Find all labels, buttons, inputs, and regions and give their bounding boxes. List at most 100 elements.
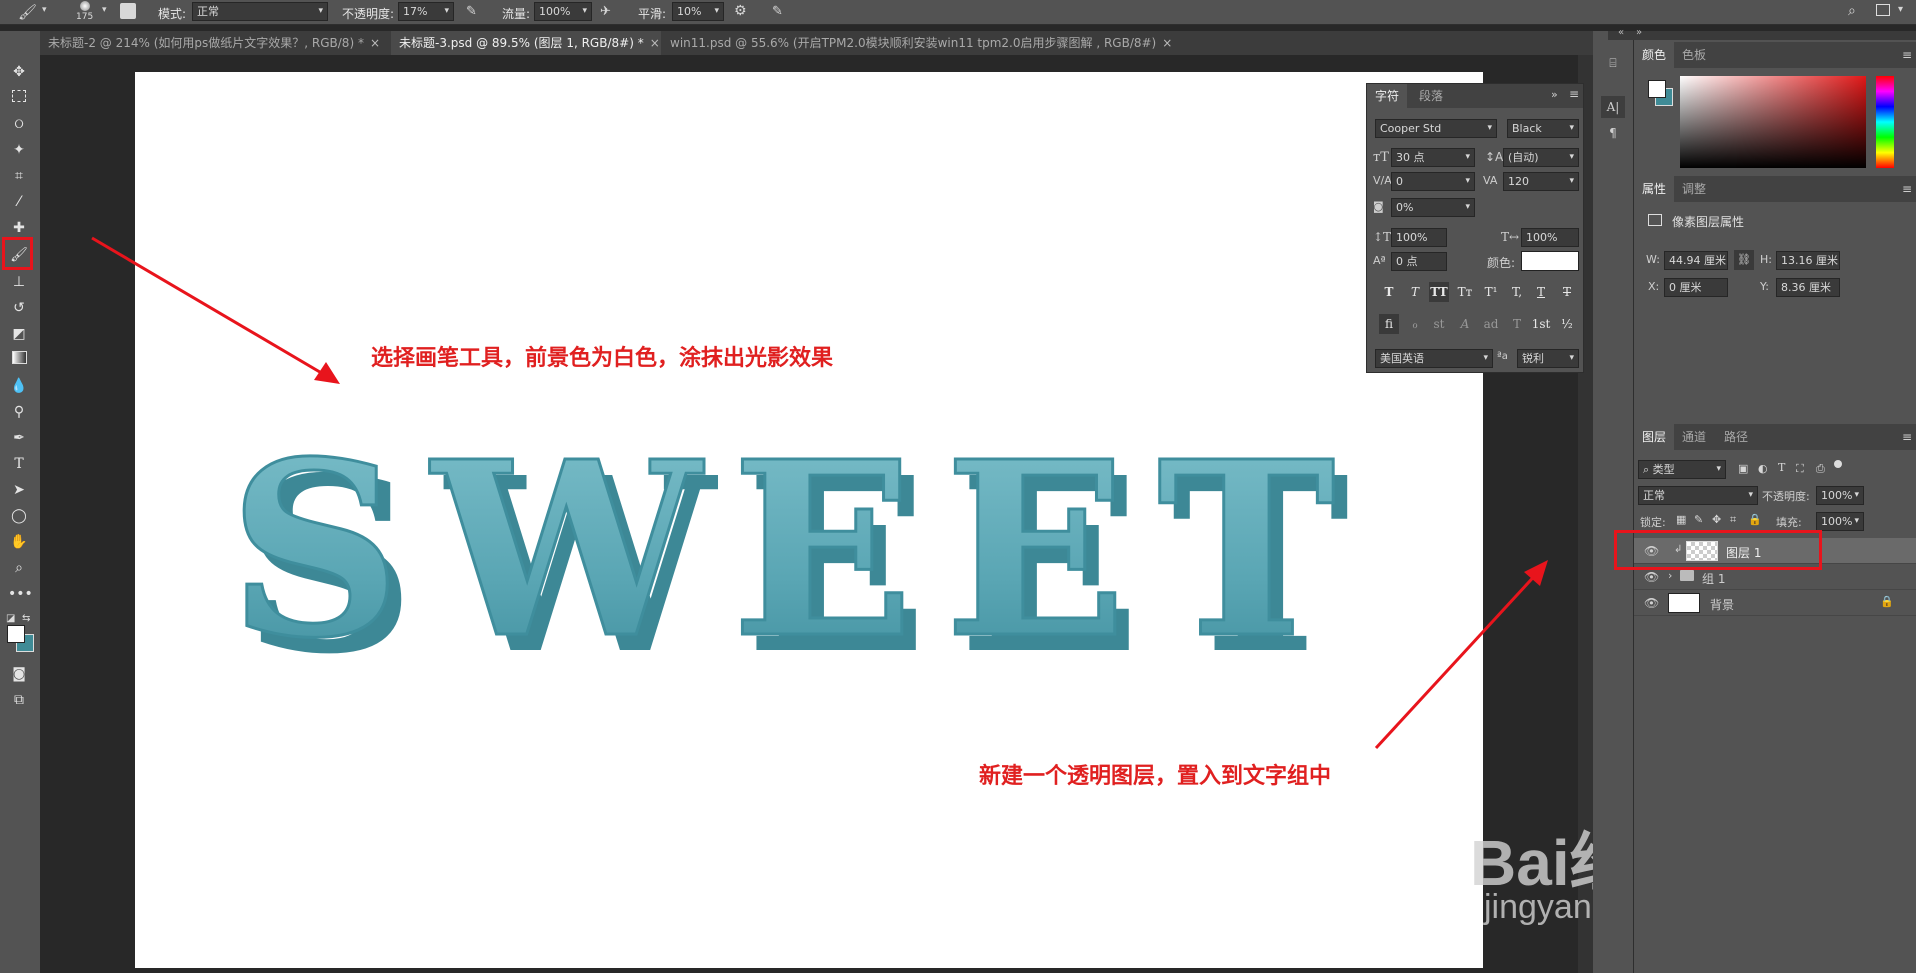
discretionary-ligatures-button[interactable]: st xyxy=(1429,314,1449,334)
leading-input[interactable]: (自动) ▾ xyxy=(1503,148,1579,167)
kerning-input[interactable]: 0 ▾ xyxy=(1391,172,1475,191)
strikethrough-button[interactable]: T xyxy=(1557,282,1577,302)
height-input[interactable]: 13.16 厘米 xyxy=(1776,251,1840,270)
layer-name: 组 1 xyxy=(1702,572,1726,586)
color-panel-tabs: 颜色 色板 ≡ xyxy=(1634,42,1916,68)
antialias-select[interactable]: 锐利 ▾ xyxy=(1517,349,1579,368)
color-field[interactable] xyxy=(1680,76,1866,168)
faux-bold-button[interactable]: T xyxy=(1379,282,1399,302)
tab-paragraph[interactable]: 段落 xyxy=(1411,84,1451,108)
filter-type-icon[interactable]: T xyxy=(1778,461,1785,474)
properties-panel-tabs: 属性 调整 ≡ xyxy=(1634,176,1916,202)
x-input[interactable]: 0 厘米 xyxy=(1664,278,1728,297)
collapse-dock-icon[interactable]: « xyxy=(1618,27,1624,38)
fractions-button[interactable]: ½ xyxy=(1557,314,1577,334)
tab-properties[interactable]: 属性 xyxy=(1634,176,1675,202)
vertical-scale-value: 100% xyxy=(1396,231,1428,244)
font-family-select[interactable]: Cooper Std ▾ xyxy=(1375,119,1497,138)
filter-smart-object-icon[interactable]: ⎙ xyxy=(1816,462,1825,476)
superscript-button[interactable]: T¹ xyxy=(1481,282,1501,302)
paragraph-panel-icon[interactable]: ¶ xyxy=(1601,122,1625,144)
filter-adjustment-icon[interactable]: ◐ xyxy=(1758,462,1768,475)
layer-opacity-input[interactable]: 100% ▾ xyxy=(1816,486,1864,505)
expand-dock-icon[interactable]: » xyxy=(1636,27,1642,38)
width-value: 44.94 厘米 xyxy=(1669,254,1726,267)
hue-slider[interactable] xyxy=(1876,76,1894,168)
height-label: H: xyxy=(1760,253,1772,266)
chevron-down-icon: ▾ xyxy=(1487,123,1492,133)
character-panel: 字符 段落 » ≡ Cooper Std ▾ Black ▾ ᴛT 30 点 ▾ ↕A… xyxy=(1366,83,1584,373)
language-select[interactable]: 美国英语 ▾ xyxy=(1375,349,1493,368)
properties-title: 像素图层属性 xyxy=(1672,215,1745,229)
ordinals-button[interactable]: 1st xyxy=(1531,314,1551,334)
swash-button[interactable]: A xyxy=(1455,314,1475,334)
layer-row-background[interactable]: 👁 背景 🔒 xyxy=(1634,590,1916,616)
lock-transparent-icon[interactable]: ▦ xyxy=(1676,513,1686,526)
arrowhead xyxy=(314,362,340,384)
layer-blend-mode-select[interactable]: 正常 ▾ xyxy=(1638,486,1758,505)
small-caps-button[interactable]: Tт xyxy=(1455,282,1475,302)
subscript-button[interactable]: T, xyxy=(1507,282,1527,302)
tab-paths[interactable]: 路径 xyxy=(1716,424,1756,450)
chevron-down-icon: ▾ xyxy=(1465,152,1470,162)
fill-input[interactable]: 100% ▾ xyxy=(1816,512,1864,531)
fill-label: 填充: xyxy=(1776,516,1802,529)
titling-button[interactable]: T xyxy=(1507,314,1527,334)
layer-opacity-label: 不透明度: xyxy=(1762,490,1810,503)
layer-highlight xyxy=(1614,530,1822,570)
folder-icon xyxy=(1680,570,1694,581)
vertical-scale-input[interactable]: 100% xyxy=(1391,228,1447,247)
font-size-input[interactable]: 30 点 ▾ xyxy=(1391,148,1475,167)
underline-button[interactable]: T xyxy=(1531,282,1551,302)
chevron-right-icon[interactable]: › xyxy=(1668,569,1672,582)
filter-shape-icon[interactable]: ⛶ xyxy=(1796,462,1804,476)
lock-position-icon[interactable]: ✥ xyxy=(1712,513,1721,526)
lock-artboard-icon[interactable]: ⌗ xyxy=(1730,513,1736,527)
collapse-icon[interactable]: » xyxy=(1551,88,1558,101)
all-caps-button[interactable]: TT xyxy=(1429,282,1449,302)
opentype-buttons: fi ℴ st A ad T 1st ½ xyxy=(1367,314,1583,336)
tab-adjustments[interactable]: 调整 xyxy=(1674,176,1714,202)
baseline-shift-input[interactable]: 0 点 xyxy=(1391,252,1447,271)
lock-image-icon[interactable]: ✎ xyxy=(1694,513,1703,526)
faux-italic-button[interactable]: T xyxy=(1405,282,1425,302)
collapsed-panel-strip: ⌸ A| ¶ xyxy=(1593,40,1634,973)
tab-color[interactable]: 颜色 xyxy=(1634,42,1675,68)
chevron-down-icon: ▾ xyxy=(1854,516,1859,526)
y-input[interactable]: 8.36 厘米 xyxy=(1776,278,1840,297)
tab-character[interactable]: 字符 xyxy=(1367,84,1408,108)
horizontal-scale-input[interactable]: 100% xyxy=(1521,228,1579,247)
ligatures-button[interactable]: fi xyxy=(1379,314,1399,334)
font-family-value: Cooper Std xyxy=(1380,122,1442,135)
panel-menu-icon[interactable]: ≡ xyxy=(1569,87,1579,101)
tab-layers[interactable]: 图层 xyxy=(1634,424,1675,450)
filter-pixel-icon[interactable]: ▣ xyxy=(1738,462,1748,475)
text-color-swatch[interactable] xyxy=(1521,251,1579,271)
font-style-buttons: T T TT Tт T¹ T, T T xyxy=(1367,282,1583,304)
filter-toggle-icon[interactable] xyxy=(1834,460,1842,468)
tracking-input[interactable]: 120 ▾ xyxy=(1503,172,1579,191)
layer-filter-select[interactable]: ⌕ 类型 ▾ xyxy=(1638,460,1726,479)
stylistic-alternates-button[interactable]: ad xyxy=(1481,314,1501,334)
character-panel-icon[interactable]: A| xyxy=(1601,96,1625,118)
width-label: W: xyxy=(1646,253,1660,266)
width-input[interactable]: 44.94 厘米 xyxy=(1664,251,1728,270)
font-size-value: 30 点 xyxy=(1396,151,1425,164)
panel-menu-icon[interactable]: ≡ xyxy=(1902,48,1912,62)
tab-channels[interactable]: 通道 xyxy=(1674,424,1714,450)
arrow-to-canvas xyxy=(91,236,331,380)
eye-icon[interactable]: 👁 xyxy=(1644,596,1659,610)
tab-swatches[interactable]: 色板 xyxy=(1674,42,1714,68)
font-style-select[interactable]: Black ▾ xyxy=(1507,119,1579,138)
panel-menu-icon[interactable]: ≡ xyxy=(1902,430,1912,444)
horizontal-scale-value: 100% xyxy=(1526,231,1558,244)
foreground-color-swatch[interactable] xyxy=(1648,80,1666,98)
panel-menu-icon[interactable]: ≡ xyxy=(1902,182,1912,196)
tsume-input[interactable]: 0% ▾ xyxy=(1391,198,1475,217)
eye-icon[interactable]: 👁 xyxy=(1644,570,1659,584)
link-icon[interactable]: ⛓ xyxy=(1734,250,1754,270)
lock-all-icon[interactable]: 🔒 xyxy=(1748,513,1762,526)
chevron-down-icon: ▾ xyxy=(1465,176,1470,186)
old-style-button[interactable]: ℴ xyxy=(1405,314,1425,334)
history-panel-icon[interactable]: ⌸ xyxy=(1601,52,1625,74)
